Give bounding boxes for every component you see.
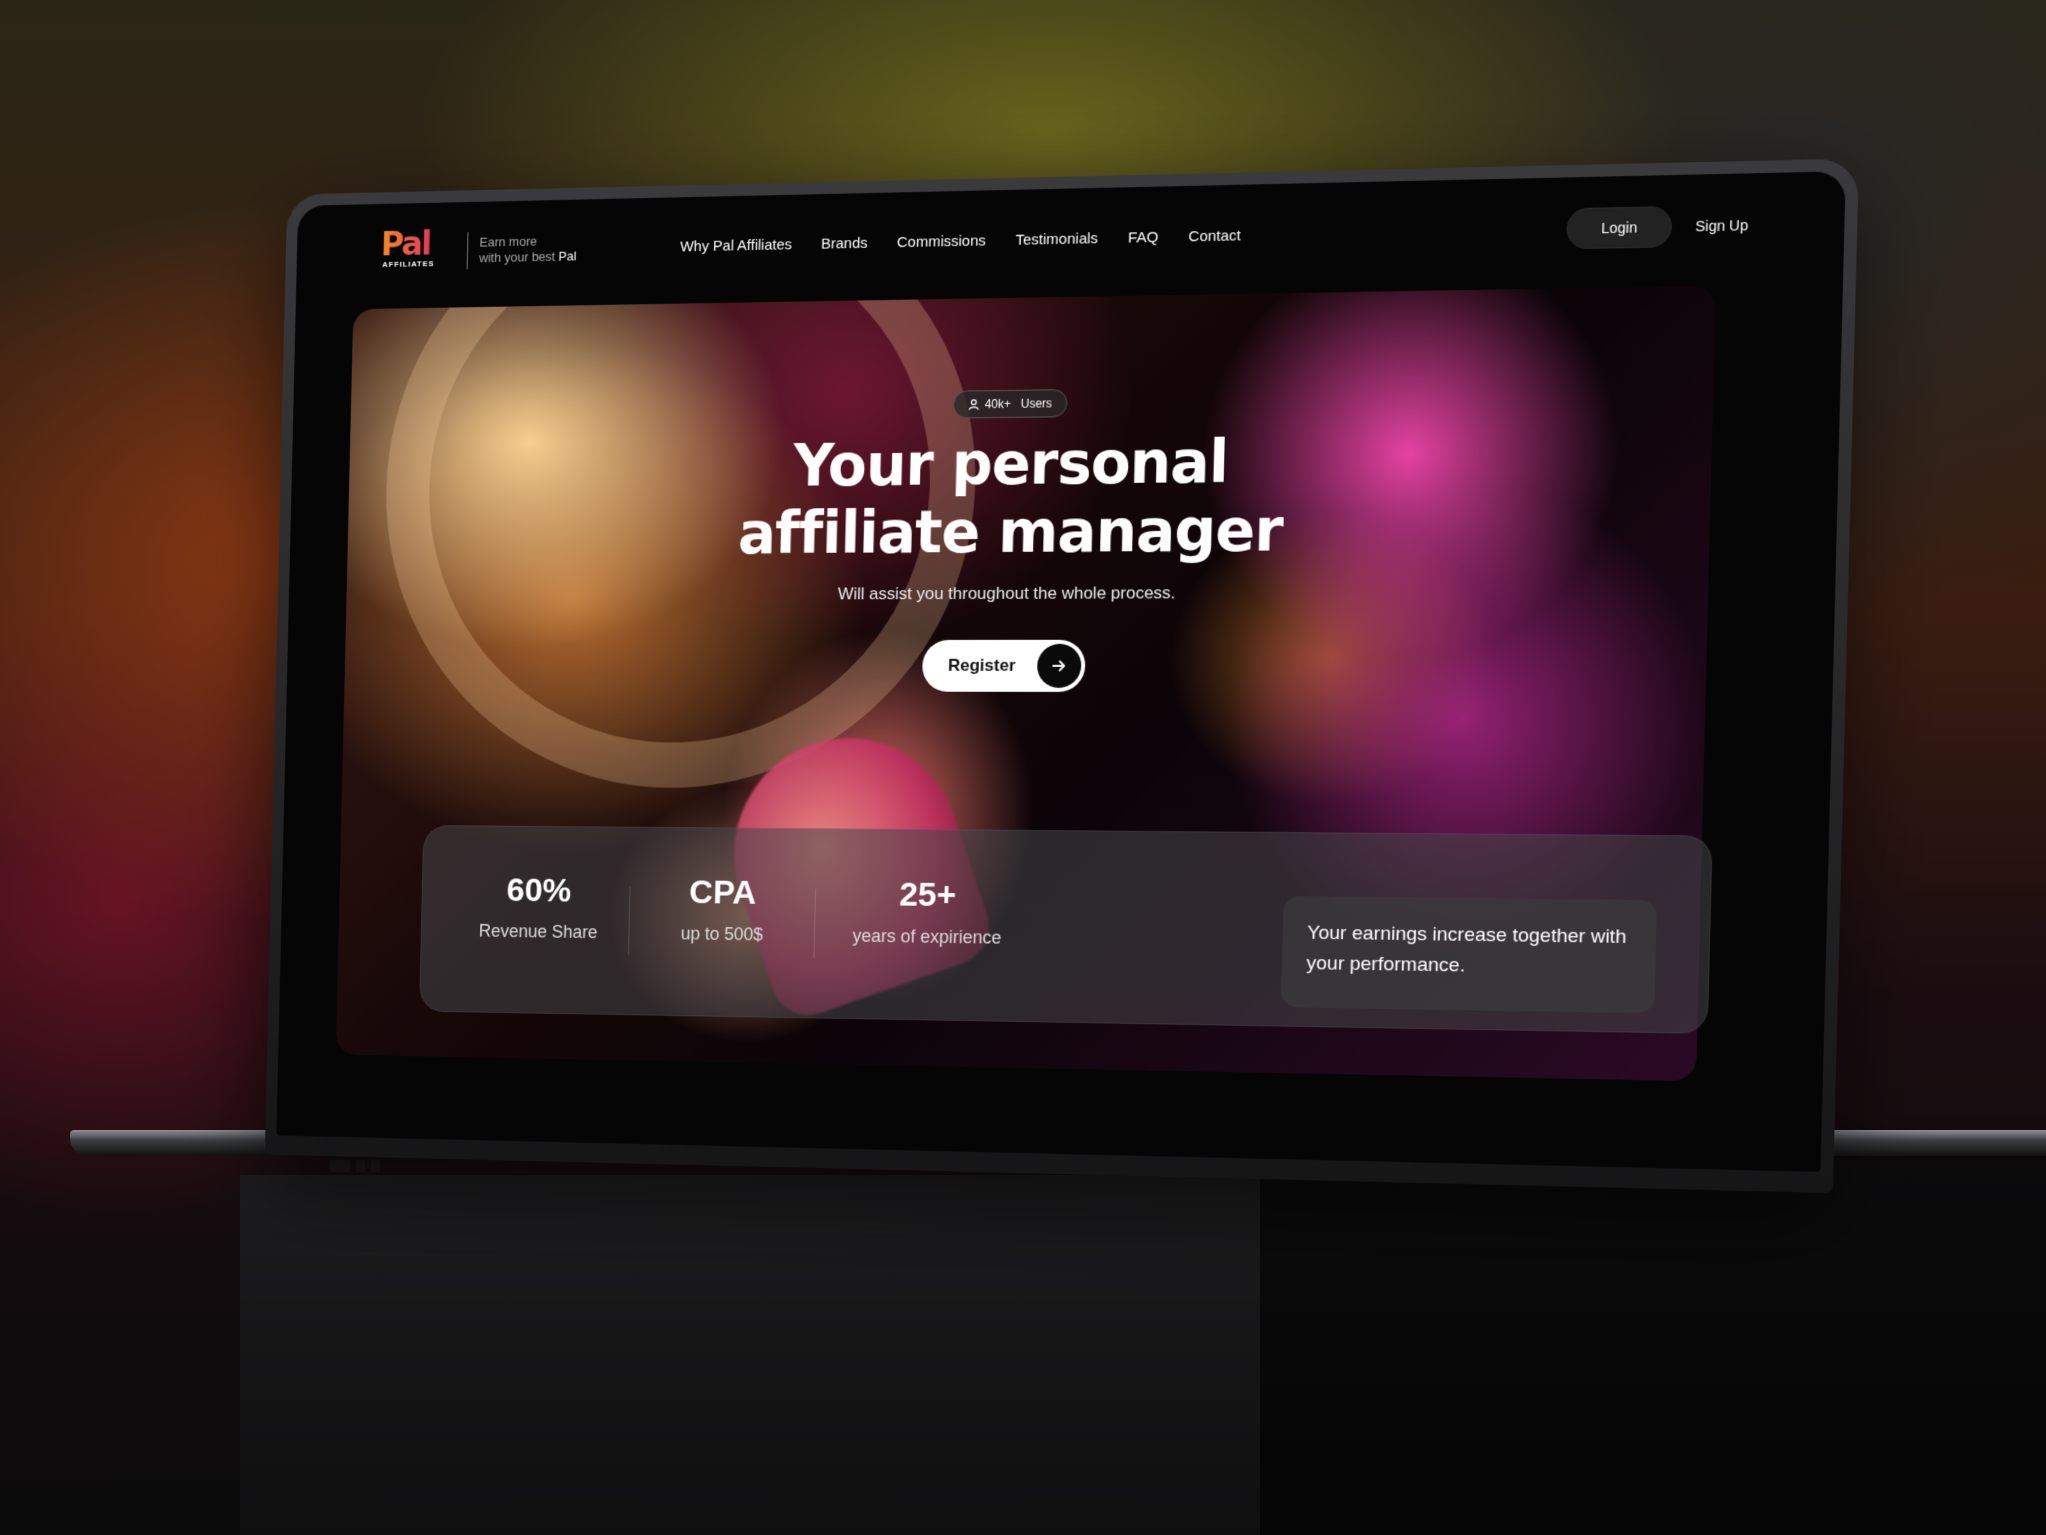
stat-divider (813, 888, 817, 958)
hero-subtitle: Will assist you throughout the whole pro… (837, 583, 1176, 604)
logo-tagline: Earn more with your best Pal (479, 233, 577, 266)
logo-mark: Pal AFFILIATES (380, 224, 456, 274)
pedestal-ground (1260, 1160, 2046, 1535)
stat-divider (627, 886, 631, 956)
nav-link-contact[interactable]: Contact (1188, 227, 1241, 245)
tagline-text: with your best (478, 249, 556, 266)
user-icon (968, 398, 980, 410)
top-nav: Pal AFFILIATES Earn more with your best … (296, 171, 1846, 302)
arrow-right-icon (1036, 643, 1082, 688)
users-count-value: 40k+ (984, 396, 1012, 412)
users-count: 40k+ (968, 397, 1011, 412)
earnings-card: Your earnings increase together with you… (1280, 895, 1658, 1014)
hero-title-line-2: affiliate manager (737, 495, 1284, 568)
stat-label: years of expirience (852, 925, 1002, 948)
nav-link-brands[interactable]: Brands (821, 234, 868, 252)
stat-label: Revenue Share (478, 920, 598, 943)
pedestal-block (240, 1175, 1260, 1535)
laptop-screen: Pal AFFILIATES Earn more with your best … (276, 171, 1846, 1172)
stat-value: 60% (506, 871, 572, 910)
register-button[interactable]: Register (921, 639, 1086, 692)
stat-label: up to 500$ (680, 923, 764, 945)
laptop-lid: Pal AFFILIATES Earn more with your best … (264, 158, 1860, 1193)
nav-links: Why Pal Affiliates Brands Commissions Te… (680, 227, 1241, 255)
stat-value: 25+ (898, 875, 957, 915)
scene-background: Pal AFFILIATES Earn more with your best … (0, 0, 2046, 1535)
stat-experience: 25+ years of expirience (823, 875, 1032, 949)
stat-value: CPA (688, 873, 757, 912)
signup-button[interactable]: Sign Up (1695, 217, 1748, 235)
users-label: Users (1020, 396, 1053, 411)
nav-link-commissions[interactable]: Commissions (897, 232, 986, 251)
register-label: Register (947, 655, 1016, 675)
laptop: Pal AFFILIATES Earn more with your best … (232, 158, 1860, 1193)
tagline-line-2: with your best Pal (479, 249, 577, 267)
users-badge: 40k+ Users (952, 389, 1068, 419)
nav-link-testimonials[interactable]: Testimonials (1015, 230, 1098, 249)
logo-subtext: AFFILIATES (382, 259, 435, 269)
stat-cpa: CPA up to 500$ (649, 873, 796, 946)
nav-link-faq[interactable]: FAQ (1128, 228, 1159, 246)
logo-divider (466, 232, 469, 270)
stat-revenue-share: 60% Revenue Share (467, 871, 611, 943)
hero-title-line-1: Your personal (792, 427, 1229, 500)
login-button[interactable]: Login (1566, 206, 1673, 250)
stats-panel: 60% Revenue Share CPA up to 500$ 25+ yea… (419, 825, 1713, 1034)
tagline-pal: Pal (558, 248, 577, 264)
hero-title: Your personal affiliate manager (347, 422, 1712, 569)
nav-actions: Login Sign Up (1566, 204, 1749, 250)
brand-logo[interactable]: Pal AFFILIATES Earn more with your best … (380, 224, 577, 274)
logo-text: Pal (380, 224, 431, 265)
nav-link-why-pal[interactable]: Why Pal Affiliates (680, 236, 792, 255)
